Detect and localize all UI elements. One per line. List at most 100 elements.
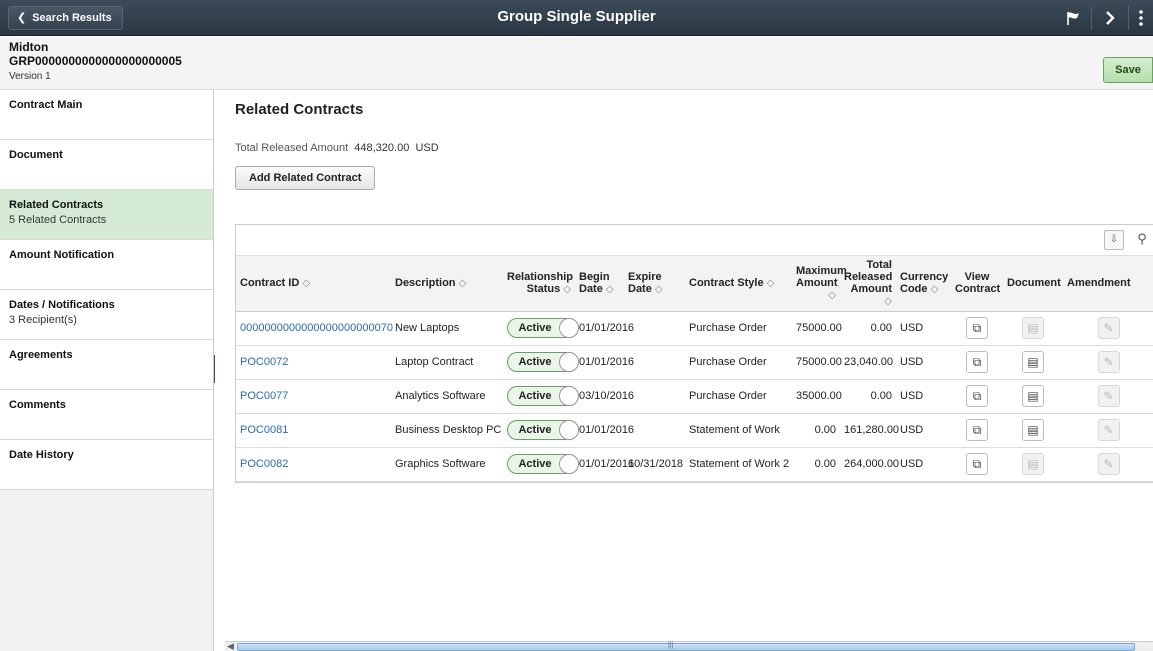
sidebar-item-document[interactable]: Document xyxy=(0,140,213,190)
col-maximum-amount[interactable]: Maximum Amount ◇ xyxy=(792,256,847,312)
top-banner: ❮ Search Results Group Single Supplier xyxy=(0,0,1153,36)
back-button-label: Search Results xyxy=(32,12,112,24)
sidebar-item-contract-main[interactable]: Contract Main xyxy=(0,90,213,140)
document-icon: ▤ xyxy=(1022,317,1044,339)
scrollbar-thumb[interactable] xyxy=(237,643,1135,651)
document-icon[interactable]: ▤ xyxy=(1022,419,1044,441)
table-row: POC0081 Business Desktop PC Active 01/01/20… xyxy=(236,413,1153,448)
kebab-menu-icon[interactable] xyxy=(1129,0,1153,36)
sidebar-item-agreements[interactable]: Agreements xyxy=(0,340,213,390)
description-cell: New Laptops xyxy=(391,311,503,346)
sidebar-item-label: Dates / Notifications xyxy=(9,299,115,311)
main-content: Related Contracts Total Released Amount … xyxy=(215,90,1153,651)
scrollbar-grip-icon: ||| xyxy=(668,642,674,649)
download-excel-icon[interactable]: ⇩ xyxy=(1104,230,1124,250)
col-expire-date[interactable]: Expire Date ◇ xyxy=(624,256,685,312)
sidebar: Contract Main Document Related Contracts 5 … xyxy=(0,90,214,651)
amendment-icon: ✎ xyxy=(1097,419,1120,441)
begin-date-cell: 01/01/2016 xyxy=(575,413,634,448)
contract-style-cell: Statement of Work xyxy=(685,413,792,448)
sidebar-item-label: Related Contracts xyxy=(9,199,104,211)
description-cell: Graphics Software xyxy=(391,447,503,482)
view-contract-icon[interactable]: ⧉ xyxy=(966,453,988,475)
status-label: Active xyxy=(518,356,552,368)
col-description[interactable]: Description ◇ xyxy=(391,256,503,312)
begin-date-cell: 01/01/2016 xyxy=(575,447,634,482)
contract-header: Midton GRP0000000000000000000005 Version… xyxy=(0,37,1153,90)
status-label: Active xyxy=(518,424,552,436)
begin-date-cell: 03/10/2016 xyxy=(575,379,634,414)
document-icon[interactable]: ▤ xyxy=(1022,385,1044,407)
currency-cell: USD xyxy=(896,311,951,346)
contracts-table: Contract ID ◇ Description ◇ Relationship… xyxy=(236,256,1153,482)
table-row: POC0072 Laptop Contract Active 01/01/2016 Pu… xyxy=(236,345,1153,380)
view-contract-icon[interactable]: ⧉ xyxy=(966,317,988,339)
contract-id-link[interactable]: POC0081 xyxy=(240,424,288,436)
contract-id-link[interactable]: POC0082 xyxy=(240,458,288,470)
sidebar-item-dates-notifications[interactable]: Dates / Notifications 3 Recipient(s) xyxy=(0,290,213,340)
relationship-status-toggle[interactable]: Active xyxy=(507,454,579,474)
contract-style-cell: Purchase Order xyxy=(685,311,792,346)
view-contract-icon[interactable]: ⧉ xyxy=(966,419,988,441)
back-to-search-results-button[interactable]: ❮ Search Results xyxy=(8,6,123,30)
amendment-icon: ✎ xyxy=(1097,351,1120,373)
sidebar-item-related-contracts[interactable]: Related Contracts 5 Related Contracts xyxy=(0,190,213,240)
group-id: GRP0000000000000000000005 xyxy=(9,54,182,68)
save-button[interactable]: Save xyxy=(1103,57,1153,83)
description-cell: Laptop Contract xyxy=(391,345,503,380)
scroll-left-icon[interactable]: ◀ xyxy=(227,642,234,651)
description-cell: Analytics Software xyxy=(391,379,503,414)
flag-icon[interactable] xyxy=(1055,0,1091,36)
total-value: 448,320.00 xyxy=(354,142,410,154)
contract-id-link[interactable]: POC0077 xyxy=(240,390,288,402)
total-currency: USD xyxy=(415,142,439,154)
sidebar-item-date-history[interactable]: Date History xyxy=(0,440,213,490)
chevron-left-icon: ❮ xyxy=(17,12,27,24)
col-begin-date[interactable]: Begin Date ◇ xyxy=(575,256,624,312)
col-currency-code[interactable]: Currency Code ◇ xyxy=(896,256,951,312)
col-relationship-status[interactable]: Relationship Status ◇ xyxy=(503,256,575,312)
add-related-contract-button[interactable]: Add Related Contract xyxy=(235,166,376,190)
sidebar-item-comments[interactable]: Comments xyxy=(0,390,213,440)
table-row: 0000000000000000000000070 New Laptops Acti… xyxy=(236,311,1153,346)
col-total-released-amount[interactable]: Total Released Amount ◇ xyxy=(840,256,896,312)
search-icon[interactable]: ⚲ xyxy=(1132,230,1152,250)
chevron-right-icon[interactable] xyxy=(1092,0,1128,36)
sidebar-item-label: Document xyxy=(9,149,63,161)
currency-cell: USD xyxy=(896,379,951,414)
horizontal-scrollbar[interactable]: ◀ ||| xyxy=(225,641,1153,651)
sidebar-item-label: Agreements xyxy=(9,349,73,361)
col-contract-id[interactable]: Contract ID ◇ xyxy=(236,256,391,312)
col-amendment: Amendment xyxy=(1063,256,1153,312)
contract-id-link[interactable]: 0000000000000000000000070 xyxy=(240,322,393,334)
sidebar-item-amount-notification[interactable]: Amount Notification xyxy=(0,240,213,290)
begin-date-cell: 01/01/2016 xyxy=(575,311,634,346)
table-row: POC0082 Graphics Software Active 01/01/2016… xyxy=(236,447,1153,482)
col-contract-style[interactable]: Contract Style ◇ xyxy=(685,256,792,312)
currency-cell: USD xyxy=(896,447,951,482)
section-title: Related Contracts xyxy=(235,101,364,118)
relationship-status-toggle[interactable]: Active xyxy=(507,386,579,406)
currency-cell: USD xyxy=(896,413,951,448)
view-contract-icon[interactable]: ⧉ xyxy=(966,351,988,373)
table-row: POC0077 Analytics Software Active 03/10/201… xyxy=(236,379,1153,414)
status-label: Active xyxy=(518,458,552,470)
relationship-status-toggle[interactable]: Active xyxy=(507,420,579,440)
expire-date-cell: 10/31/2018 xyxy=(624,447,685,482)
sidebar-item-label: Comments xyxy=(9,399,66,411)
maximum-amount-cell: 75000.00 xyxy=(792,311,842,346)
total-released-amount: Total Released Amount 448,320.00 USD xyxy=(235,142,439,154)
col-view-contract: View Contract xyxy=(951,256,1003,312)
view-contract-icon[interactable]: ⧉ xyxy=(966,385,988,407)
relationship-status-toggle[interactable]: Active xyxy=(507,318,579,338)
contract-id-link[interactable]: POC0072 xyxy=(240,356,288,368)
document-icon[interactable]: ▤ xyxy=(1022,351,1044,373)
total-label: Total Released Amount xyxy=(235,142,349,154)
contract-style-cell: Purchase Order xyxy=(685,379,792,414)
currency-cell: USD xyxy=(896,345,951,380)
amendment-icon: ✎ xyxy=(1097,317,1120,339)
sidebar-item-label: Date History xyxy=(9,449,74,461)
relationship-status-toggle[interactable]: Active xyxy=(507,352,579,372)
related-contracts-grid: ⇩ ⚲ Contract ID ◇ Description ◇ Relation… xyxy=(235,224,1153,483)
maximum-amount-cell: 35000.00 xyxy=(792,379,842,414)
